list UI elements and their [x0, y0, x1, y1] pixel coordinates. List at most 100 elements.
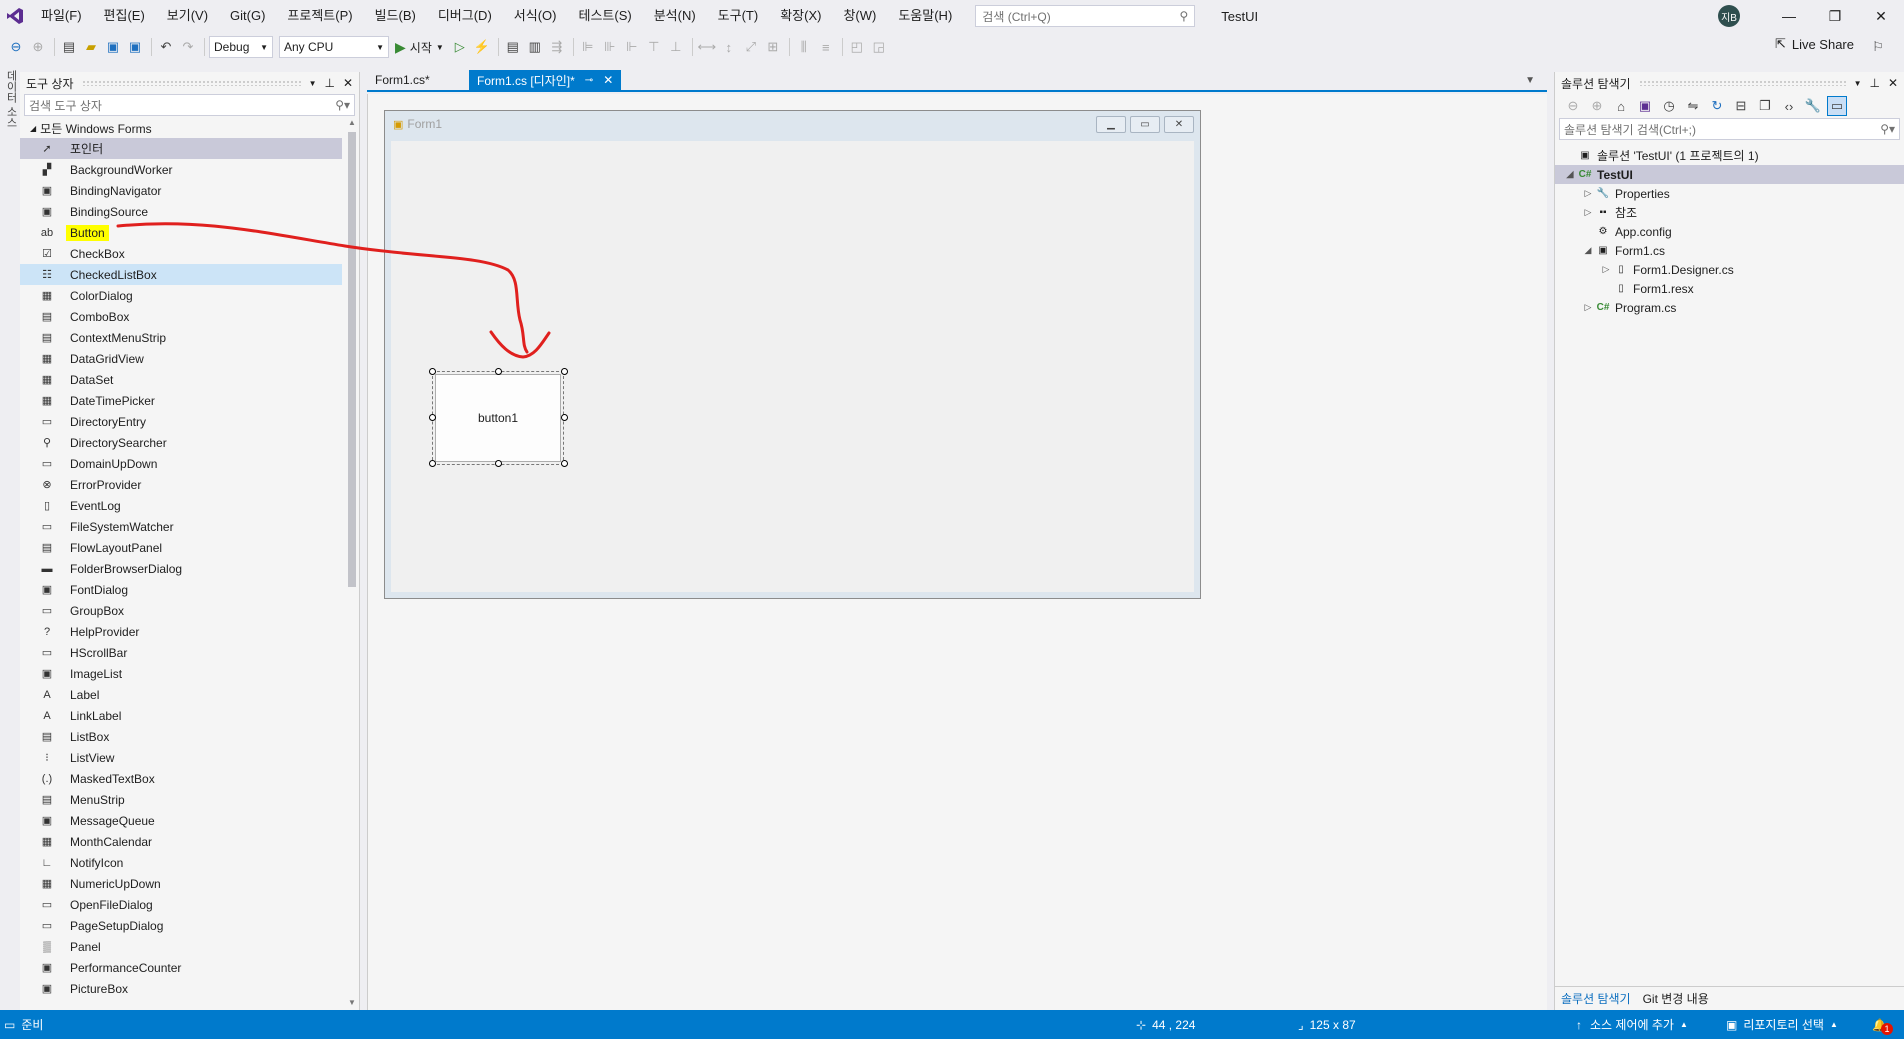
preview-selected-icon[interactable]: ▭ [1827, 96, 1847, 116]
home-icon[interactable]: ⌂ [1611, 96, 1631, 116]
toolbox-scrollbar[interactable]: ▲ ▼ [347, 118, 357, 1007]
select-repository-button[interactable]: ▣ 리포지토리 선택 ▲ [1726, 1016, 1838, 1033]
resize-handle-w[interactable] [429, 414, 436, 421]
toolbox-item[interactable]: ☷ CheckedListBox [20, 264, 342, 285]
tree-node[interactable]: ▷ 🔧 Properties [1555, 184, 1904, 203]
scroll-up-icon[interactable]: ▲ [348, 118, 356, 127]
toolbox-item[interactable]: ▭ HScrollBar [20, 642, 342, 663]
tree-node[interactable]: ▷ ▯ Form1.Designer.cs [1555, 260, 1904, 279]
toolbox-item[interactable]: ab Button [20, 222, 342, 243]
resize-handle-nw[interactable] [429, 368, 436, 375]
resize-handle-s[interactable] [495, 460, 502, 467]
make-same-height-icon[interactable]: ↕ [719, 37, 739, 57]
back-icon[interactable]: ⊖ [6, 37, 26, 57]
toolbox-item[interactable]: ▒ Panel [20, 936, 342, 957]
toolbox-item[interactable]: ▯ EventLog [20, 495, 342, 516]
forward-icon[interactable]: ⊕ [1587, 96, 1607, 116]
browse-icon[interactable]: ▤ [503, 37, 523, 57]
back-icon[interactable]: ⊖ [1563, 96, 1583, 116]
redo-icon[interactable]: ↷ [178, 37, 198, 57]
expanded-arrow-icon[interactable]: ◢ [1563, 169, 1577, 180]
show-all-files-icon[interactable]: ❐ [1755, 96, 1775, 116]
collapsed-arrow-icon[interactable]: ▷ [1599, 264, 1613, 275]
toolbox-item[interactable]: ▤ FlowLayoutPanel [20, 537, 342, 558]
toolbox-item[interactable]: ▦ MonthCalendar [20, 831, 342, 852]
save-icon[interactable]: ▣ [103, 37, 123, 57]
dropdown-icon[interactable]: ▼ [309, 79, 317, 88]
toolbox-item[interactable]: ▭ DomainUpDown [20, 453, 342, 474]
close-icon[interactable]: ✕ [603, 73, 613, 87]
menu-item[interactable]: 편집(E) [93, 0, 156, 32]
expanded-arrow-icon[interactable]: ◢ [1581, 245, 1595, 256]
toolbox-item[interactable]: ▣ BindingNavigator [20, 180, 342, 201]
toolbox-item[interactable]: ▦ DateTimePicker [20, 390, 342, 411]
pin-icon[interactable]: ⊥ [324, 76, 334, 90]
close-icon[interactable]: ✕ [343, 76, 353, 90]
tab-solution-explorer[interactable]: 솔루션 탐색기 [1555, 990, 1637, 1007]
bring-to-front-icon[interactable]: ◰ [847, 37, 867, 57]
form1-window[interactable]: ▣ Form1 ▁ ▭ ✕ button1 [384, 110, 1201, 599]
toolbox-item[interactable]: ▭ OpenFileDialog [20, 894, 342, 915]
toolbox-item[interactable]: ∟ NotifyIcon [20, 852, 342, 873]
start-button[interactable]: ▶ 시작 ▼ [395, 39, 444, 56]
toolbox-item[interactable]: ▬ FolderBrowserDialog [20, 558, 342, 579]
toolbox-item[interactable]: ▭ FileSystemWatcher [20, 516, 342, 537]
size-to-grid-icon[interactable]: ⊞ [763, 37, 783, 57]
menu-item[interactable]: 프로젝트(P) [276, 0, 363, 32]
toolbox-item[interactable]: ▦ DataGridView [20, 348, 342, 369]
menu-item[interactable]: 분석(N) [643, 0, 707, 32]
solution-config-select[interactable]: Debug ▼ [209, 36, 273, 58]
send-to-back-icon[interactable]: ◲ [869, 37, 889, 57]
toolbox-item[interactable]: A LinkLabel [20, 705, 342, 726]
resize-handle-e[interactable] [561, 414, 568, 421]
toolbox-item[interactable]: ⚲ DirectorySearcher [20, 432, 342, 453]
horizontal-spacing-icon[interactable]: ⫼ [794, 37, 814, 57]
toolbox-item[interactable]: ▤ ContextMenuStrip [20, 327, 342, 348]
new-project-icon[interactable]: ▤ [59, 37, 79, 57]
menu-item[interactable]: 도움말(H) [887, 0, 963, 32]
close-icon[interactable]: ✕ [1858, 0, 1904, 32]
refresh-icon[interactable]: ↻ [1707, 96, 1727, 116]
restore-icon[interactable]: ❐ [1812, 0, 1858, 32]
resize-handle-n[interactable] [495, 368, 502, 375]
resize-handle-sw[interactable] [429, 460, 436, 467]
data-sources-tab[interactable]: 데이터 소스 [3, 70, 19, 128]
menu-item[interactable]: 창(W) [832, 0, 887, 32]
live-share-button[interactable]: ⇱ Live Share [1775, 36, 1854, 52]
visual-studio-logo-icon[interactable] [0, 0, 30, 32]
align-middles-icon[interactable]: ⊥ [666, 37, 686, 57]
toolbox-item[interactable]: (.) MaskedTextBox [20, 768, 342, 789]
platform-select[interactable]: Any CPU ▼ [279, 36, 389, 58]
toolbox-item[interactable]: ▤ ListBox [20, 726, 342, 747]
title-grip[interactable] [1638, 80, 1846, 86]
minimize-icon[interactable]: — [1766, 0, 1812, 32]
collapse-all-icon[interactable]: ⊟ [1731, 96, 1751, 116]
menu-item[interactable]: 서식(O) [503, 0, 568, 32]
feedback-icon[interactable]: ⚐ [1868, 37, 1888, 57]
tree-node[interactable]: ▣ 솔루션 'TestUI' (1 프로젝트의 1) [1555, 146, 1904, 165]
toolbox-item[interactable]: ▣ BindingSource [20, 201, 342, 222]
forward-icon[interactable]: ⊕ [28, 37, 48, 57]
form1-client-area[interactable]: button1 [391, 141, 1194, 592]
toolbox-item[interactable]: ➚ 포인터 [20, 138, 342, 159]
toolbox-item[interactable]: ☑ CheckBox [20, 243, 342, 264]
make-same-width-icon[interactable]: ⟷ [697, 37, 717, 57]
solution-search-input[interactable]: 솔루션 탐색기 검색(Ctrl+;) ⚲▾ [1559, 118, 1900, 140]
undo-icon[interactable]: ↶ [156, 37, 176, 57]
pending-changes-filter-icon[interactable]: ◷ [1659, 96, 1679, 116]
scroll-down-icon[interactable]: ▼ [348, 998, 356, 1007]
toolbox-item[interactable]: ▭ DirectoryEntry [20, 411, 342, 432]
align-rights-icon[interactable]: ⊩ [622, 37, 642, 57]
make-same-size-icon[interactable]: ⤢ [741, 37, 761, 57]
tab-git-changes[interactable]: Git 변경 내용 [1637, 990, 1715, 1007]
menu-item[interactable]: 디버그(D) [427, 0, 503, 32]
toolbox-item[interactable]: ▦ ColorDialog [20, 285, 342, 306]
align-centers-icon[interactable]: ⊪ [600, 37, 620, 57]
menu-item[interactable]: 테스트(S) [567, 0, 642, 32]
pin-icon[interactable]: ⊥ [1869, 76, 1879, 90]
vertical-spacing-icon[interactable]: ≡ [816, 37, 836, 57]
toolbox-item[interactable]: A Label [20, 684, 342, 705]
align-tops-icon[interactable]: ⊤ [644, 37, 664, 57]
sync-icon[interactable]: ⇋ [1683, 96, 1703, 116]
tab-form1-cs[interactable]: Form1.cs* [367, 70, 467, 90]
